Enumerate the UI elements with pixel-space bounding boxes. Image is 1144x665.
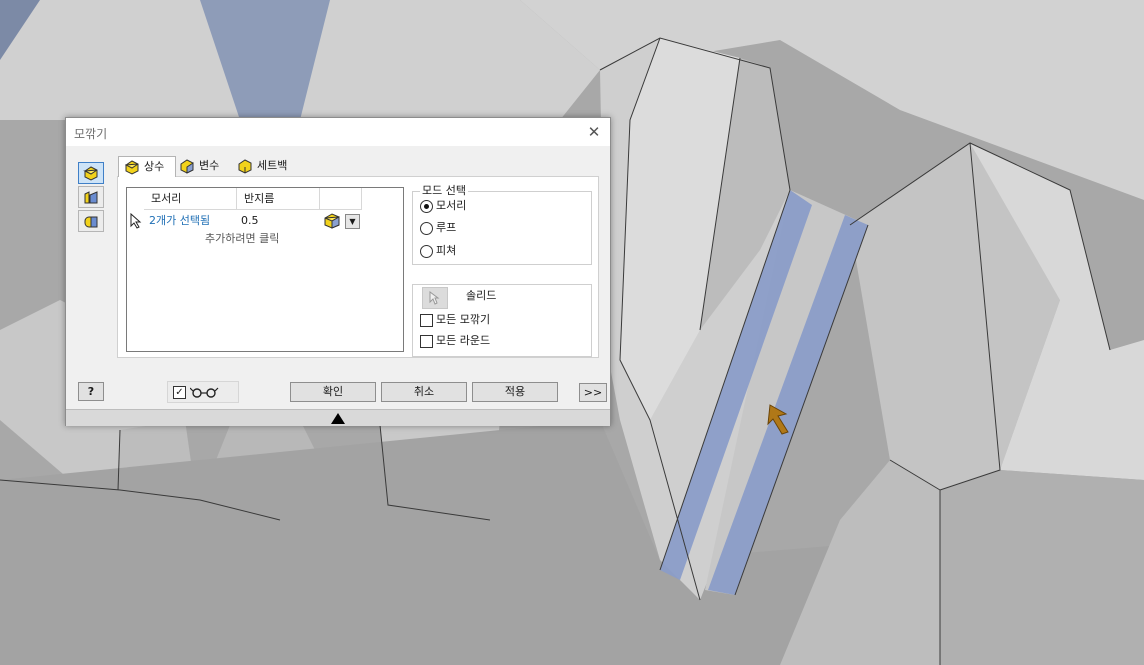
edge-fillet-mode-button[interactable] [78,162,104,184]
radio-label: 모서리 [436,199,467,212]
radius-value-cell[interactable]: 0.5 [241,213,259,229]
select-arrow-icon [429,291,440,305]
edge-fillet-icon [83,166,98,181]
radio-dot[interactable] [420,245,433,258]
tab-variable[interactable]: 변수 [174,156,232,176]
close-icon[interactable]: ✕ [584,122,604,142]
check-label: 모든 모깎기 [436,313,491,326]
fillet-shape-icon[interactable] [324,213,340,229]
tab-label: 변수 [199,159,220,172]
solid-label: 솔리드 [466,289,497,302]
preview-checkbox[interactable]: ✓ [173,386,186,399]
fillet-dialog: 모깎기 ✕ 상수 변수 세트백 모서리 반지름 2개가 선택됨 0.5 ▼ 추가… [65,117,611,426]
dialog-title: 모깎기 [74,127,108,141]
checkbox[interactable] [420,314,433,327]
radio-label: 피쳐 [436,244,457,257]
row-pointer-icon [130,213,142,229]
edge-radius-grid[interactable]: 모서리 반지름 2개가 선택됨 0.5 ▼ 추가하려면 클릭 [126,187,404,352]
expand-triangle-icon[interactable] [330,412,346,425]
tab-label: 세트백 [257,159,288,172]
ok-button[interactable]: 확인 [290,382,376,402]
fillet-constant-icon [125,160,139,175]
radio-dot[interactable] [420,200,433,213]
more-options-button[interactable]: >> [579,383,607,402]
tab-label: 상수 [144,160,165,173]
help-button[interactable]: ? [78,382,104,401]
checkbox[interactable] [420,335,433,348]
column-header-edges[interactable]: 모서리 [144,188,237,210]
fillet-variable-icon [180,159,194,174]
setback-icon [238,159,252,174]
full-round-fillet-mode-button[interactable] [78,210,104,232]
solid-group: 솔리드 모든 모깎기 모든 라운드 [412,284,592,357]
edges-selected-cell[interactable]: 2개가 선택됨 [149,213,210,229]
help-icon: ? [87,385,95,398]
column-header-radius[interactable]: 반지름 [237,188,320,210]
solid-select-button[interactable] [422,287,448,309]
radio-label: 루프 [436,221,457,234]
apply-button[interactable]: 적용 [472,382,558,402]
full-round-fillet-icon [84,216,98,228]
face-fillet-mode-button[interactable] [78,186,104,208]
dialog-titlebar[interactable]: 모깎기 ✕ [66,118,610,146]
add-edge-hint[interactable]: 추가하려면 클릭 [205,231,279,247]
face-fillet-icon [84,191,98,204]
radio-dot[interactable] [420,222,433,235]
column-header-extra [320,188,362,210]
cancel-button[interactable]: 취소 [381,382,467,402]
check-label: 모든 라운드 [436,334,491,347]
dialog-status-bar [66,409,610,426]
tab-constant[interactable]: 상수 [118,156,176,177]
tab-setback[interactable]: 세트백 [232,156,298,176]
mode-select-group: 모드 선택 모서리 루프 피쳐 [412,184,592,265]
chevron-down-icon[interactable]: ▼ [345,214,360,229]
glasses-preview-icon [190,387,219,398]
preview-toggle[interactable]: ✓ [167,381,239,403]
mode-select-legend: 모드 선택 [420,184,468,198]
